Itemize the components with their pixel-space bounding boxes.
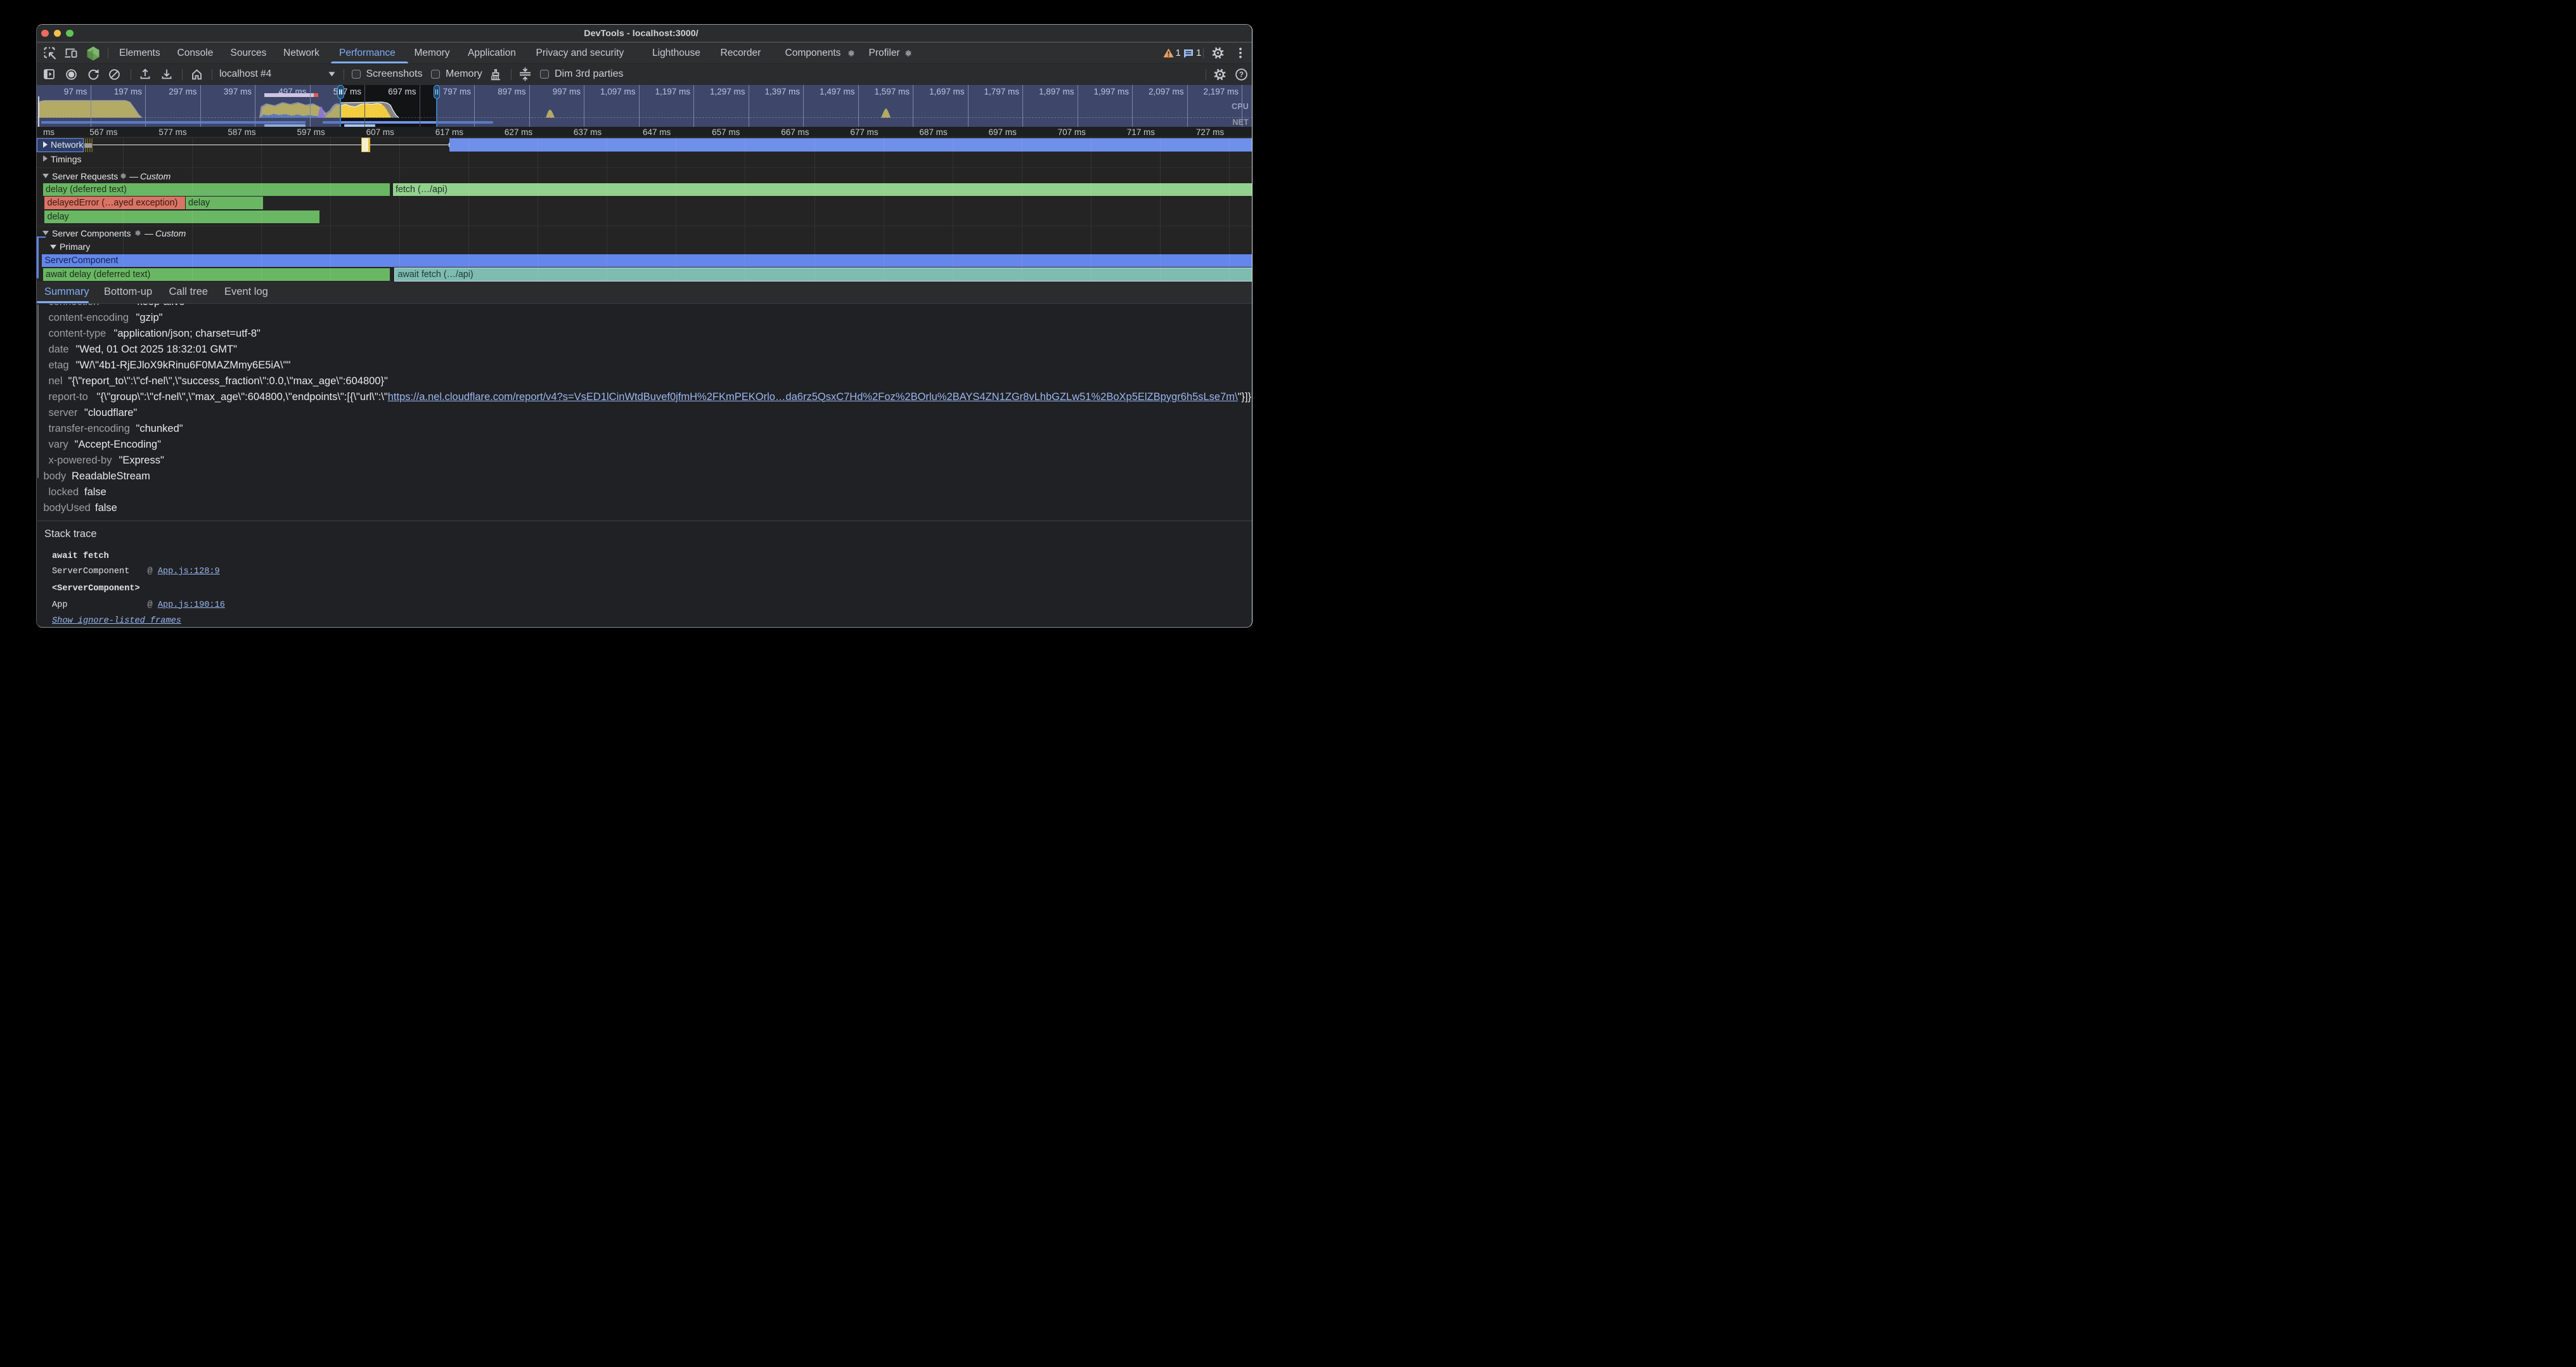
svg-text:?: ? [1239,71,1244,79]
